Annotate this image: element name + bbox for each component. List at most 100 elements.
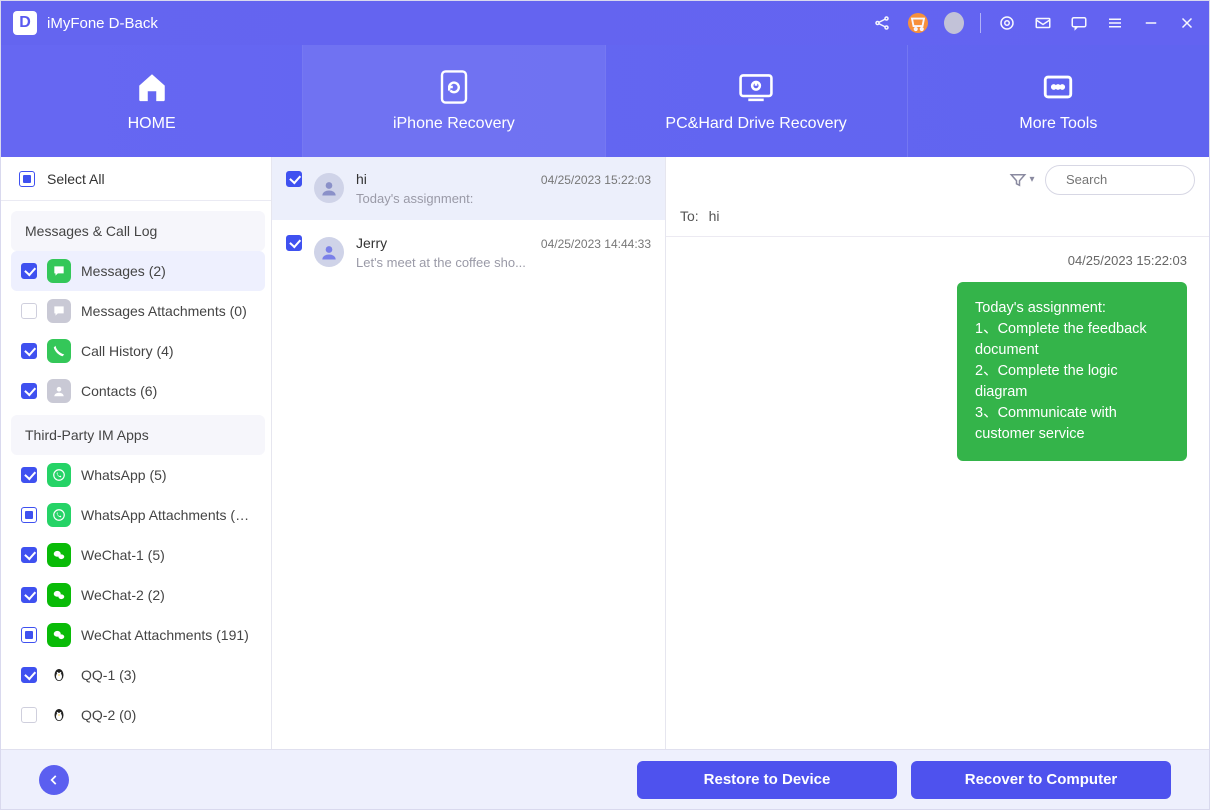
select-all-checkbox[interactable] xyxy=(19,171,35,187)
minimize-icon[interactable] xyxy=(1141,13,1161,33)
app-title: iMyFone D-Back xyxy=(47,15,158,32)
checkbox[interactable] xyxy=(21,507,37,523)
conversation-preview: Let's meet at the coffee sho... xyxy=(356,255,651,270)
attachment-icon xyxy=(47,299,71,323)
conversation-row[interactable]: Jerry 04/25/2023 14:44:33 Let's meet at … xyxy=(272,221,665,285)
select-all-row[interactable]: Select All xyxy=(1,157,271,201)
to-label: To: xyxy=(680,208,699,224)
cat-label: QQ-1 (3) xyxy=(81,667,255,683)
nav-pc-label: PC&Hard Drive Recovery xyxy=(665,115,846,133)
cat-label: QQ-2 (0) xyxy=(81,707,255,723)
checkbox[interactable] xyxy=(21,627,37,643)
mail-icon[interactable] xyxy=(1033,13,1053,33)
avatar-icon xyxy=(314,237,344,267)
whatsapp-icon xyxy=(47,463,71,487)
phone-refresh-icon xyxy=(436,69,472,105)
group-messages-calllog: Messages & Call Log xyxy=(11,211,265,251)
back-button[interactable] xyxy=(39,765,69,795)
cat-call-history[interactable]: Call History (4) xyxy=(11,331,265,371)
checkbox[interactable] xyxy=(21,547,37,563)
nav-iphone-label: iPhone Recovery xyxy=(393,115,515,133)
settings-icon[interactable] xyxy=(997,13,1017,33)
conversation-row[interactable]: hi 04/25/2023 15:22:03 Today's assignmen… xyxy=(272,157,665,221)
cat-wechat-1[interactable]: WeChat-1 (5) xyxy=(11,535,265,575)
more-icon xyxy=(1040,69,1076,105)
nav-pc-recovery[interactable]: PC&Hard Drive Recovery xyxy=(606,45,907,157)
nav-more-tools[interactable]: More Tools xyxy=(908,45,1209,157)
nav-iphone-recovery[interactable]: iPhone Recovery xyxy=(303,45,604,157)
message-detail: ▾ To: hi 04/25/2023 15:22:03 Today's ass… xyxy=(666,157,1209,749)
conversation-name: hi xyxy=(356,171,367,187)
conversation-name: Jerry xyxy=(356,235,387,251)
nav-home[interactable]: HOME xyxy=(1,45,302,157)
restore-to-device-button[interactable]: Restore to Device xyxy=(637,761,897,799)
wechat-icon xyxy=(47,623,71,647)
cat-label: WeChat Attachments (191) xyxy=(81,627,255,643)
conversation-time: 04/25/2023 14:44:33 xyxy=(541,237,651,251)
cat-qq-2[interactable]: QQ-2 (0) xyxy=(11,695,265,735)
home-icon xyxy=(134,69,170,105)
search-input[interactable] xyxy=(1066,172,1210,187)
conversation-preview: Today's assignment: xyxy=(356,191,651,206)
cat-whatsapp[interactable]: WhatsApp (5) xyxy=(11,455,265,495)
cat-qq-1[interactable]: QQ-1 (3) xyxy=(11,655,265,695)
cat-label: Messages Attachments (0) xyxy=(81,303,255,319)
recover-to-computer-button[interactable]: Recover to Computer xyxy=(911,761,1171,799)
checkbox[interactable] xyxy=(21,383,37,399)
cat-whatsapp-attachments[interactable]: WhatsApp Attachments (182) xyxy=(11,495,265,535)
cat-label: Messages (2) xyxy=(81,263,255,279)
cat-label: WhatsApp (5) xyxy=(81,467,255,483)
message-timestamp: 04/25/2023 15:22:03 xyxy=(688,253,1187,268)
message-bubble: Today's assignment: 1、Complete the feedb… xyxy=(957,282,1187,461)
cat-label: Contacts (6) xyxy=(81,383,255,399)
checkbox[interactable] xyxy=(21,343,37,359)
cat-label: WeChat-1 (5) xyxy=(81,547,255,563)
cat-label: WeChat-2 (2) xyxy=(81,587,255,603)
cat-label: Call History (4) xyxy=(81,343,255,359)
account-icon[interactable] xyxy=(944,13,964,33)
contacts-icon xyxy=(47,379,71,403)
cat-messages-attachments[interactable]: Messages Attachments (0) xyxy=(11,291,265,331)
share-icon[interactable] xyxy=(872,13,892,33)
app-icon: D xyxy=(13,11,37,35)
qq-icon xyxy=(47,703,71,727)
select-all-label: Select All xyxy=(47,171,105,187)
cat-contacts[interactable]: Contacts (6) xyxy=(11,371,265,411)
phone-icon xyxy=(47,339,71,363)
checkbox[interactable] xyxy=(21,263,37,279)
checkbox[interactable] xyxy=(21,587,37,603)
search-box[interactable] xyxy=(1045,165,1195,195)
feedback-icon[interactable] xyxy=(1069,13,1089,33)
cat-wechat-2[interactable]: WeChat-2 (2) xyxy=(11,575,265,615)
checkbox[interactable] xyxy=(21,467,37,483)
messages-icon xyxy=(47,259,71,283)
checkbox[interactable] xyxy=(21,667,37,683)
wechat-icon xyxy=(47,543,71,567)
close-icon[interactable] xyxy=(1177,13,1197,33)
checkbox[interactable] xyxy=(286,171,302,187)
cat-label: WhatsApp Attachments (182) xyxy=(81,507,255,523)
nav-more-label: More Tools xyxy=(1019,115,1097,133)
wechat-icon xyxy=(47,583,71,607)
footer: Restore to Device Recover to Computer xyxy=(1,749,1209,809)
main-nav: HOME iPhone Recovery PC&Hard Drive Recov… xyxy=(1,45,1209,157)
cart-icon[interactable] xyxy=(908,13,928,33)
nav-home-label: HOME xyxy=(128,115,176,133)
conversation-time: 04/25/2023 15:22:03 xyxy=(541,173,651,187)
whatsapp-icon xyxy=(47,503,71,527)
cat-messages[interactable]: Messages (2) xyxy=(11,251,265,291)
to-row: To: hi xyxy=(666,202,1209,237)
checkbox[interactable] xyxy=(21,707,37,723)
category-sidebar: Select All Messages & Call Log Messages … xyxy=(1,157,272,749)
group-third-party-im: Third-Party IM Apps xyxy=(11,415,265,455)
qq-icon xyxy=(47,663,71,687)
cat-wechat-attachments[interactable]: WeChat Attachments (191) xyxy=(11,615,265,655)
checkbox[interactable] xyxy=(286,235,302,251)
filter-icon[interactable]: ▾ xyxy=(1009,167,1035,193)
conversation-list: hi 04/25/2023 15:22:03 Today's assignmen… xyxy=(272,157,666,749)
to-value: hi xyxy=(709,208,720,224)
checkbox[interactable] xyxy=(21,303,37,319)
titlebar: D iMyFone D-Back xyxy=(1,1,1209,45)
menu-icon[interactable] xyxy=(1105,13,1125,33)
pc-icon xyxy=(738,69,774,105)
